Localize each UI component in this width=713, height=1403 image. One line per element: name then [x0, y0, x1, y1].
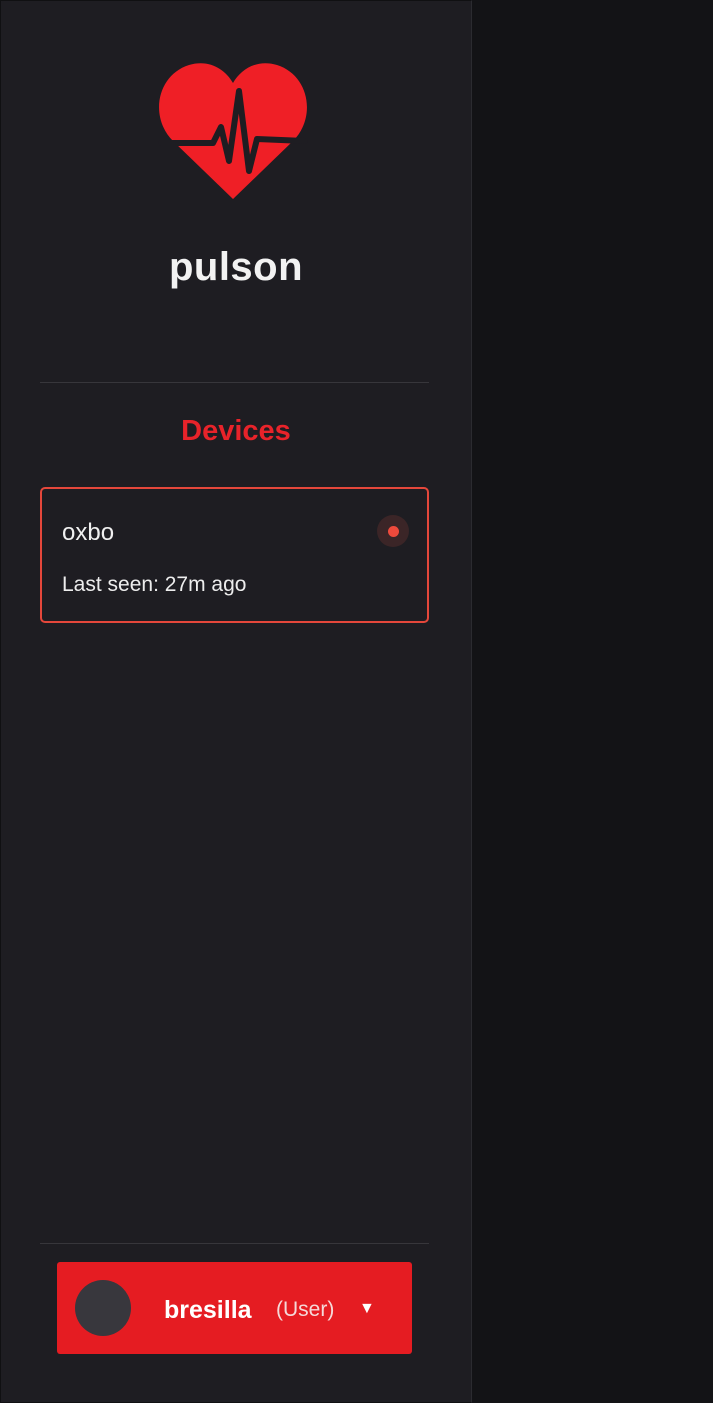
device-name: oxbo	[62, 519, 115, 546]
status-dot-icon	[388, 526, 399, 537]
app-brand-name: pulson	[168, 245, 304, 289]
user-menu-button[interactable]: bresilla (User) ▼	[57, 1262, 412, 1354]
devices-section-title: Devices	[181, 415, 291, 447]
chevron-down-icon: ▼	[359, 1300, 375, 1317]
user-name: bresilla	[164, 1296, 252, 1324]
divider	[40, 1243, 429, 1244]
navigation-drawer: pulson Devices oxbo Last seen: 27m ago b…	[0, 0, 472, 1403]
device-card-oxbo[interactable]: oxbo Last seen: 27m ago	[40, 487, 429, 623]
user-role: (User)	[276, 1298, 335, 1321]
device-status-indicator	[377, 515, 409, 547]
avatar	[75, 1280, 131, 1336]
heart-pulse-icon	[158, 63, 308, 199]
device-last-seen: Last seen: 27m ago	[62, 573, 247, 596]
divider	[40, 382, 429, 383]
